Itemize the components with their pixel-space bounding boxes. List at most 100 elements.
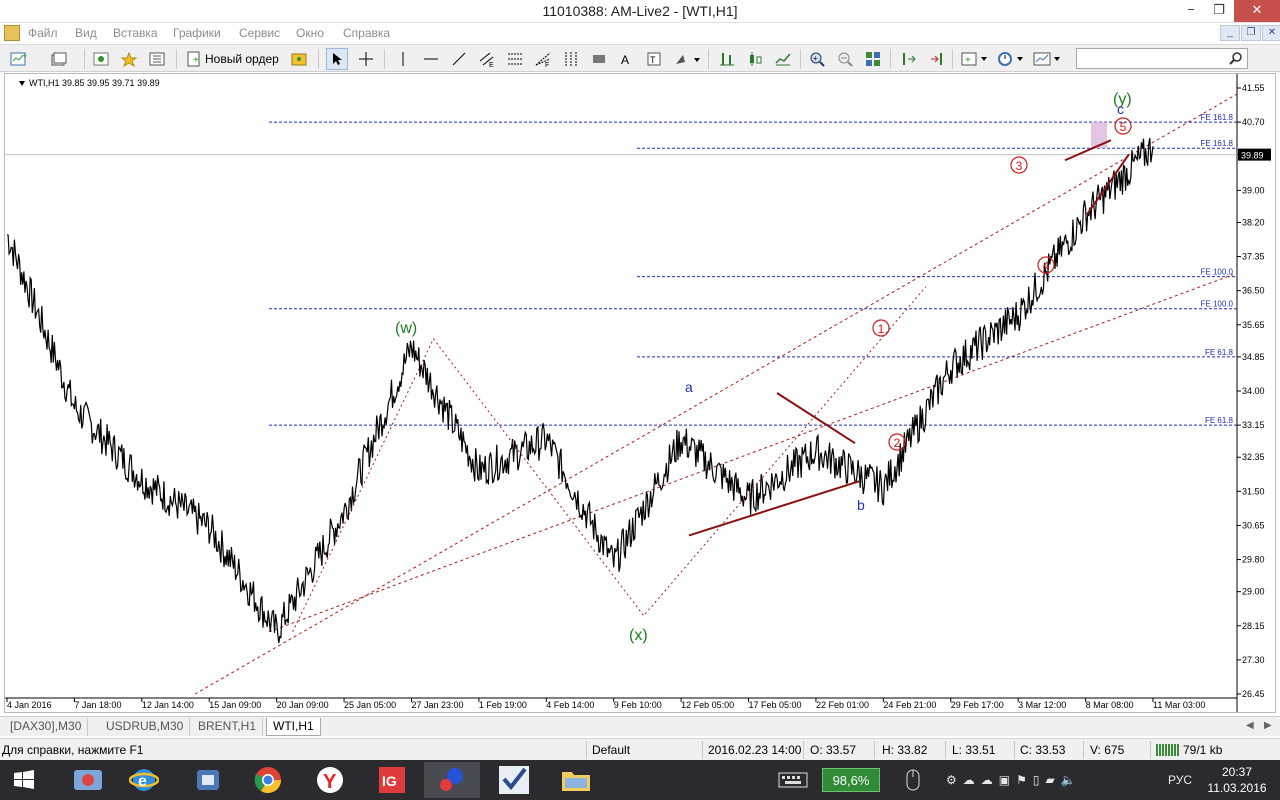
text-label-icon[interactable]: T [643, 48, 665, 70]
chart-window-icon[interactable] [4, 25, 20, 41]
taskbar-ie-icon[interactable]: e [116, 762, 172, 798]
autoscroll-icon[interactable] [926, 48, 948, 70]
menu-view[interactable]: Вид [75, 26, 97, 40]
line-chart-icon[interactable] [772, 48, 794, 70]
tray-app-icon-1[interactable]: ⚙ [946, 773, 957, 787]
taskbar-explorer-icon[interactable] [60, 762, 116, 798]
crosshair-icon[interactable] [355, 48, 377, 70]
tab-brent-h1[interactable]: BRENT,H1 [192, 718, 264, 736]
fibo-fan-icon[interactable]: F [532, 48, 554, 70]
restore-button[interactable]: ❐ [1204, 0, 1234, 22]
market-watch-icon[interactable] [90, 48, 112, 70]
data-window-icon[interactable] [118, 48, 140, 70]
clock[interactable]: 20:37 11.03.2016 [1204, 764, 1270, 796]
wave-label-w: (w) [395, 320, 417, 337]
tray-app-icon-4[interactable]: ▣ [999, 773, 1010, 787]
equidistant-channel-icon[interactable]: E [476, 48, 498, 70]
menu-tools[interactable]: Сервис [239, 26, 280, 40]
tray-app-icon-3[interactable]: ☁ [981, 773, 993, 787]
search-input[interactable] [1076, 48, 1248, 69]
new-chart-icon[interactable]: + [8, 48, 30, 70]
price-series-line [6, 137, 1154, 644]
price-tick-label: 38.20 [1242, 217, 1265, 227]
tab-scroll-right-icon[interactable]: ▶ [1264, 720, 1272, 731]
zoom-out-icon[interactable] [834, 48, 856, 70]
new-order-button[interactable]: + Новый ордер [184, 48, 283, 70]
mdi-minimize-button[interactable]: _ [1220, 25, 1240, 41]
time-tick-label: 24 Feb 21:00 [883, 700, 936, 710]
chart-tabs: [DAX30],M30 USDRUB,M30 BRENT,H1 WTI,H1 ◀… [0, 716, 1280, 736]
bar-chart-icon[interactable] [716, 48, 738, 70]
keyboard-icon[interactable] [778, 760, 808, 800]
taskbar-app-icon[interactable] [180, 762, 236, 798]
mdi-restore-button[interactable]: ❐ [1241, 25, 1261, 41]
time-tick-label: 4 Jan 2016 [7, 700, 52, 710]
tray-battery-icon[interactable]: ▯ [1033, 773, 1040, 787]
menu-help[interactable]: Справка [343, 26, 390, 40]
tray-volume-icon[interactable]: 🔈 [1061, 773, 1076, 787]
time-tick-label: 1 Feb 19:00 [479, 700, 527, 710]
menu-insert[interactable]: Вставка [113, 26, 158, 40]
indicators-dropdown-icon[interactable]: + [960, 48, 990, 70]
menu-file[interactable]: Файл [28, 26, 58, 40]
templates-dropdown-icon[interactable] [1032, 48, 1064, 70]
tab-wti-h1[interactable]: WTI,H1 [266, 718, 321, 736]
periods-dropdown-icon[interactable] [996, 48, 1026, 70]
taskbar-folder-icon[interactable] [548, 762, 604, 798]
tray-app-icon-2[interactable]: ☁ [963, 773, 975, 787]
chart-canvas[interactable]: 41.55 40.70 39.00 38.20 37.35 36.50 35.65 34.85… [5, 74, 1275, 712]
candlestick-icon[interactable] [744, 48, 766, 70]
time-tick-label: 4 Feb 14:00 [546, 700, 594, 710]
expert-advisors-icon[interactable] [288, 48, 310, 70]
taskbar-chrome-icon[interactable] [240, 762, 296, 798]
menu-charts[interactable]: Графики [173, 26, 221, 40]
time-tick-label: 12 Feb 05:00 [681, 700, 734, 710]
cursor-icon[interactable] [326, 48, 348, 70]
time-tick-label: 11 Mar 03:00 [1153, 700, 1205, 710]
taskbar-yandex-icon[interactable]: Y [302, 762, 358, 798]
horizontal-line-icon[interactable] [420, 48, 442, 70]
status-profile[interactable]: Default [592, 743, 630, 757]
tab-dax30-m30[interactable]: [DAX30],M30 [4, 718, 89, 736]
time-tick-label: 25 Jan 05:00 [344, 700, 396, 710]
time-tick-label: 17 Feb 05:00 [749, 700, 802, 710]
fibo-time-icon[interactable] [560, 48, 582, 70]
minimize-button[interactable]: − [1176, 0, 1206, 22]
taskbar-active-app-icon[interactable] [424, 762, 480, 798]
rectangle-icon[interactable] [588, 48, 610, 70]
taskbar-ig-icon[interactable]: IG [364, 762, 420, 798]
mdi-close-button[interactable]: ✕ [1262, 25, 1280, 41]
vertical-line-icon[interactable] [392, 48, 414, 70]
taskbar-check-app-icon[interactable] [486, 762, 542, 798]
zoom-in-icon[interactable]: + [806, 48, 828, 70]
status-help: Для справки, нажмите F1 [2, 743, 144, 757]
close-button[interactable]: ✕ [1234, 0, 1280, 22]
price-chart[interactable]: 41.55 40.70 39.00 38.20 37.35 36.50 35.65 34.85… [4, 73, 1276, 713]
price-tick-label: 34.00 [1242, 386, 1265, 396]
time-tick-label: 9 Feb 10:00 [614, 700, 662, 710]
start-button[interactable] [0, 762, 48, 798]
collapse-icon[interactable] [19, 81, 25, 87]
mouse-icon[interactable] [905, 760, 921, 800]
time-tick-label: 8 Mar 08:00 [1086, 700, 1134, 710]
chart-shift-icon[interactable] [898, 48, 920, 70]
tray-flag-icon[interactable]: ⚑ [1016, 773, 1027, 787]
fib-label: FE 100.0 [1201, 300, 1234, 309]
trendline-icon[interactable] [448, 48, 470, 70]
menu-window[interactable]: Окно [296, 26, 324, 40]
tray-network-icon[interactable]: ▰ [1045, 773, 1054, 787]
tile-windows-icon[interactable] [862, 48, 884, 70]
clock-date: 11.03.2016 [1207, 781, 1267, 795]
navigator-icon[interactable] [146, 48, 168, 70]
title-bar: 11010388: AM-Live2 - [WTI,H1] − ❐ ✕ [0, 0, 1280, 23]
text-icon[interactable]: A [615, 48, 637, 70]
language-indicator[interactable]: РУС [1168, 760, 1192, 800]
price-tick-label: 39.00 [1242, 185, 1265, 195]
svg-text:IG: IG [382, 773, 397, 789]
arrows-dropdown-icon[interactable] [672, 48, 702, 70]
tab-usdrub-m30[interactable]: USDRUB,M30 [100, 718, 191, 736]
fibo-retracement-icon[interactable] [504, 48, 526, 70]
tab-scroll-left-icon[interactable]: ◀ [1246, 720, 1254, 731]
profiles-icon[interactable] [48, 48, 70, 70]
battery-indicator[interactable]: 98,6% [822, 768, 880, 792]
